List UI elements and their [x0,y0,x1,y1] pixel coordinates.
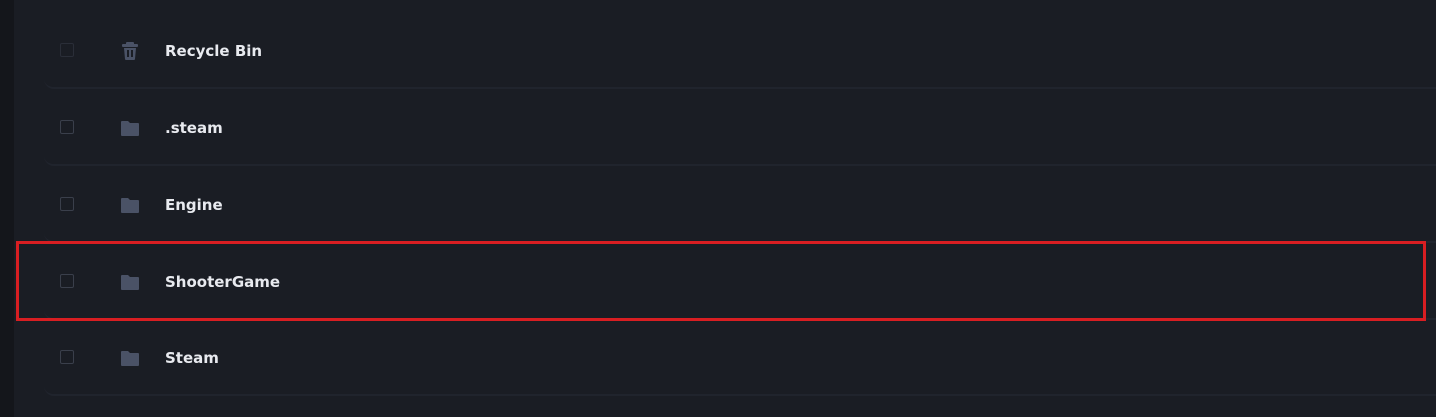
row-checkbox[interactable] [60,350,74,364]
file-name[interactable]: Recycle Bin [165,42,262,60]
row-checkbox[interactable] [60,120,74,134]
file-row-steam-hidden[interactable]: .steam [44,90,1436,166]
file-manager-page: Recycle Bin .steam Engine ShooterGame St… [0,0,1436,417]
left-sidebar-edge [0,0,14,417]
file-row-recycle-bin[interactable]: Recycle Bin [44,13,1436,89]
file-row-shootergame[interactable]: ShooterGame [44,244,1436,320]
row-checkbox[interactable] [60,197,74,211]
file-name[interactable]: ShooterGame [165,273,280,291]
file-row-engine[interactable]: Engine [44,167,1436,243]
trash-icon [120,41,140,61]
file-row-steam[interactable]: Steam [44,320,1436,396]
folder-icon [120,272,140,292]
folder-icon [120,195,140,215]
file-name[interactable]: Steam [165,349,219,367]
file-name[interactable]: Engine [165,196,223,214]
folder-icon [120,348,140,368]
file-name[interactable]: .steam [165,119,223,137]
file-list: Recycle Bin .steam Engine ShooterGame St… [44,0,1436,417]
row-checkbox[interactable] [60,43,74,57]
folder-icon [120,118,140,138]
row-checkbox[interactable] [60,274,74,288]
